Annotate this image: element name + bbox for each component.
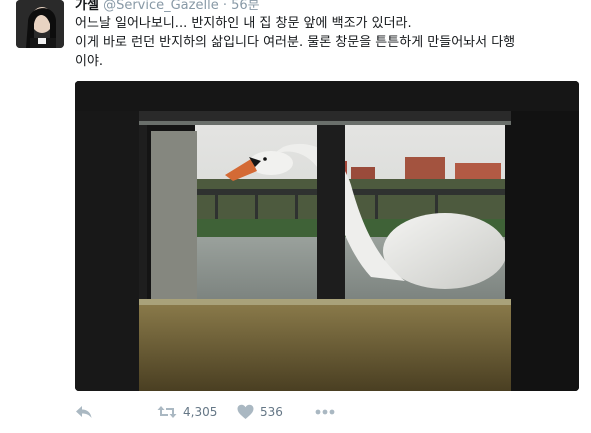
tweet-actions: 4,305 536 xyxy=(75,401,575,423)
like-count: 536 xyxy=(260,405,283,419)
heart-icon xyxy=(237,404,254,420)
swan-window-photo xyxy=(75,81,579,391)
avatar-image xyxy=(16,0,64,48)
tweet-photo[interactable] xyxy=(75,81,579,391)
retweet-count: 4,305 xyxy=(183,405,218,419)
reply-icon xyxy=(75,404,93,420)
like-button[interactable]: 536 xyxy=(237,401,283,423)
retweet-button[interactable]: 4,305 xyxy=(157,401,217,423)
reply-button[interactable] xyxy=(75,401,93,423)
retweet-icon xyxy=(157,404,177,420)
display-name[interactable]: 가젤 xyxy=(75,0,99,13)
tweet-text: 어느날 일어나보니... 반지하인 내 집 창문 앞에 백조가 있더라. 이게 … xyxy=(75,16,516,69)
timestamp[interactable]: 56분 xyxy=(231,0,260,13)
more-button[interactable] xyxy=(315,401,335,423)
more-icon xyxy=(315,409,335,415)
user-handle[interactable]: @Service_Gazelle xyxy=(103,0,219,13)
separator-dot: · xyxy=(222,0,227,13)
avatar[interactable] xyxy=(16,0,64,48)
